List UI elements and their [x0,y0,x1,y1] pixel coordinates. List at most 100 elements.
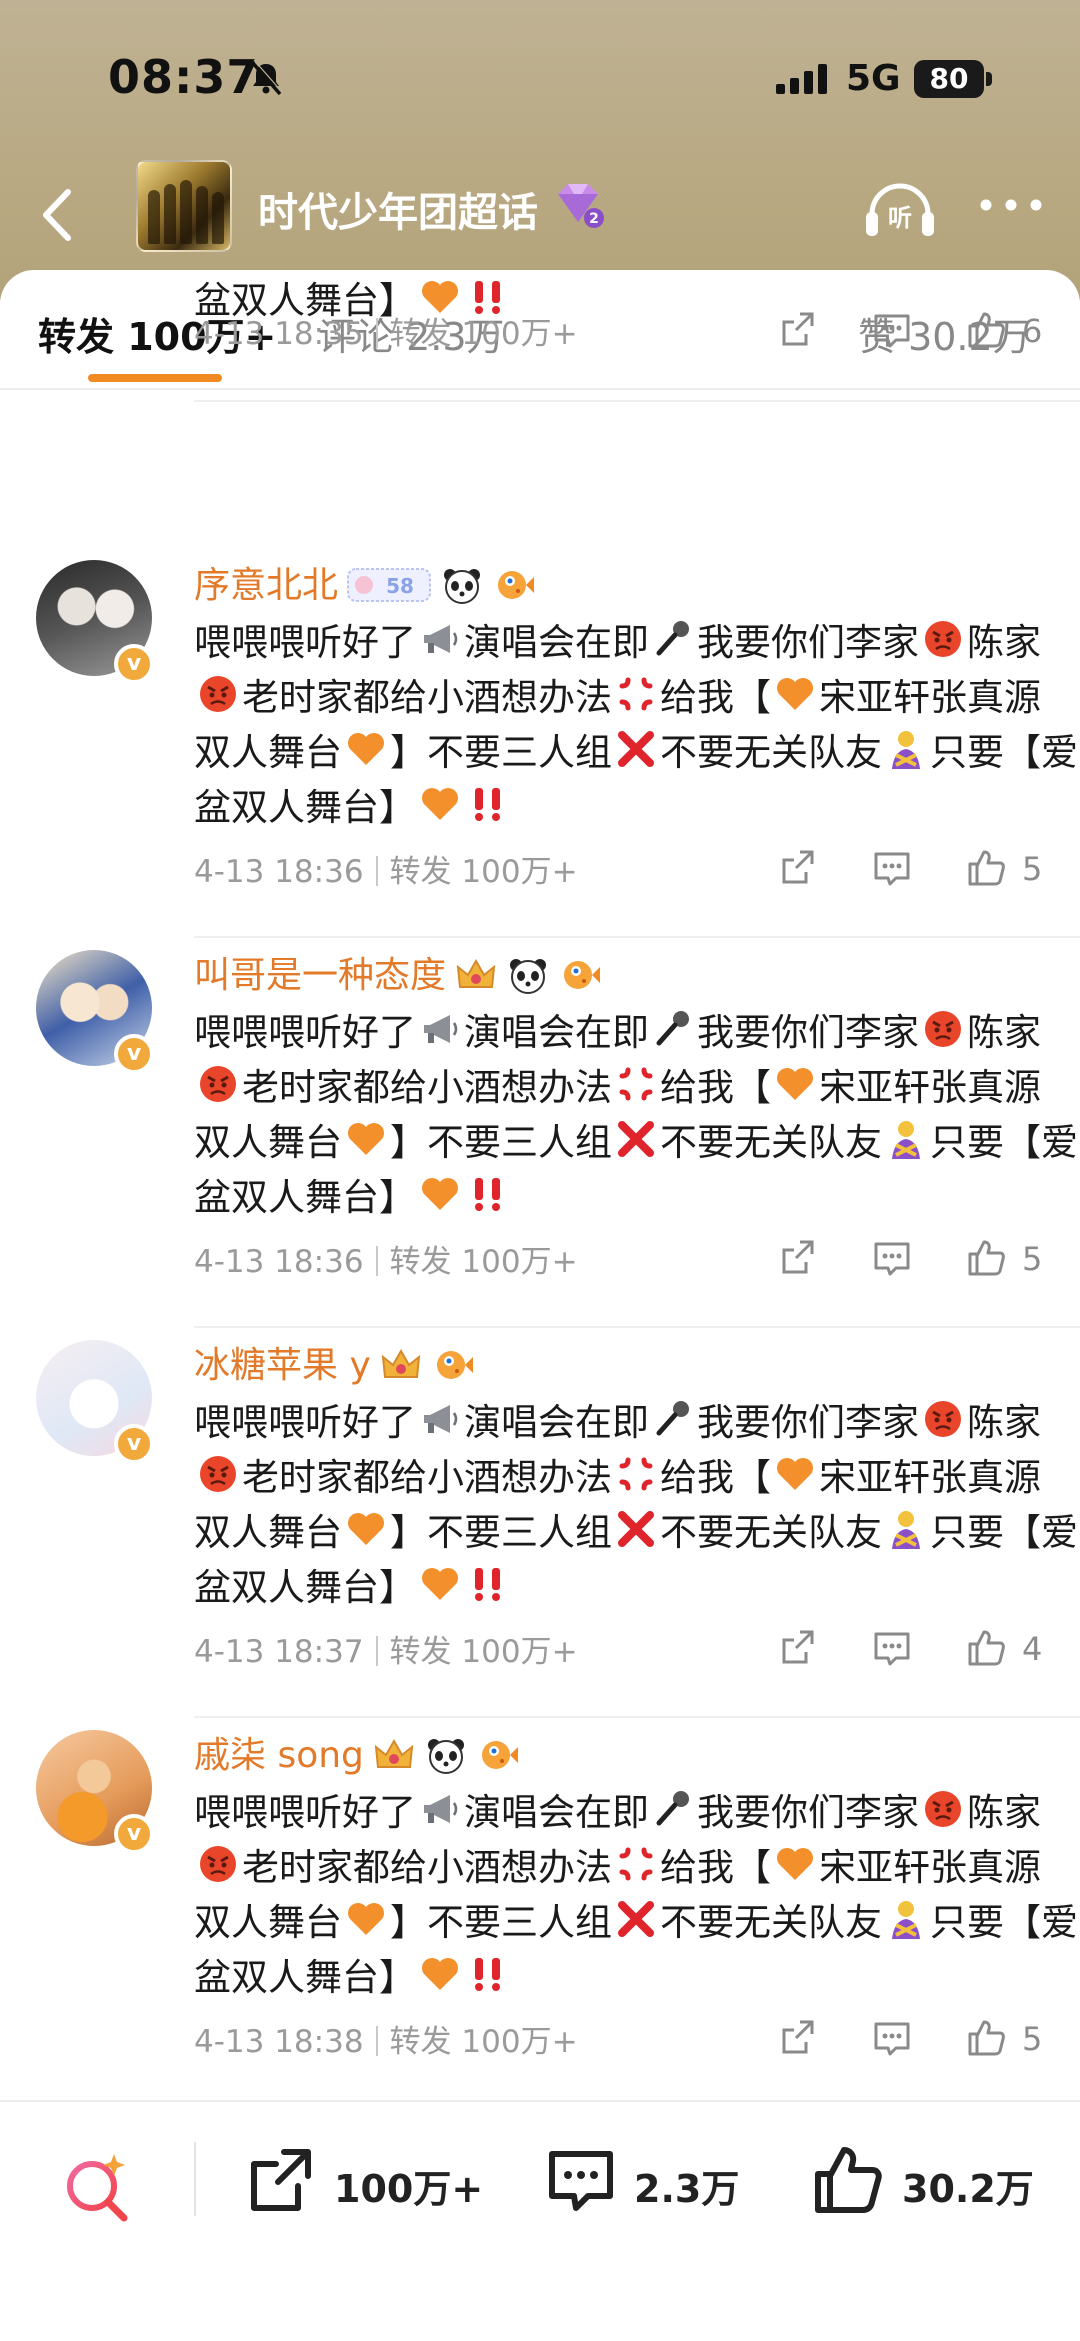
orange-heart-emoji [418,782,462,826]
status-bar: 08:37 5G 80 [0,0,1080,160]
microphone-emoji [651,617,695,661]
like-icon[interactable] [964,2016,1008,2060]
divider [194,1716,1080,1718]
svg-text:2: 2 [589,211,599,227]
orange-heart-emoji [418,1952,462,1996]
comment-icon[interactable] [870,308,914,352]
repost-count[interactable]: 100万+ [334,2158,483,2213]
comment-text-line: 喂喂喂听好了 演唱会在即 我要你们李家 陈家 [194,1002,1041,1056]
double-exclamation-emoji [466,1952,510,1996]
divider [194,936,1080,938]
battery-tip [986,72,992,86]
cross-mark-emoji [614,1507,658,1551]
username[interactable]: 序意北北 58 [194,556,536,608]
like-icon[interactable] [964,1626,1008,1670]
comment-text-line: 喂喂喂听好了 演唱会在即 我要你们李家 陈家 [194,612,1041,666]
more-options-icon[interactable] [976,190,1046,220]
no-gesture-emoji [884,1897,928,1941]
comment-count[interactable]: 2.3万 [634,2158,739,2213]
repost-sheet: 转发 100万+ 评论 2.3万 赞 30.2万 盆双人舞台】 4-13 18:… [0,270,1080,2341]
like-icon[interactable] [964,308,1008,352]
back-arrow-icon[interactable] [28,180,88,250]
username[interactable]: 叫哥是一种态度 [194,946,602,998]
megaphone-emoji [418,1787,462,1831]
comment-text-line: 双人舞台 】不要三人组 不要无关队友 只要【爱 [194,1502,1078,1556]
header: 08:37 5G 80 时代少年团超话 2 听 [0,0,1080,300]
verified-badge-icon: v [114,1814,154,1854]
pufferfish-badge-icon [481,1741,518,1769]
ai-search-icon[interactable] [58,2148,138,2228]
comment-meta: 4-13 18:36 转发 100万+ [194,854,578,890]
username[interactable]: 戚柒 song [194,1726,520,1778]
like-count[interactable]: 30.2万 [902,2158,1034,2213]
signal-icon [776,64,827,94]
share-icon[interactable] [776,1236,820,1280]
gem-level-icon: 2 [558,184,604,228]
like-icon[interactable] [964,1236,1008,1280]
comment-text-line: 喂喂喂听好了 演唱会在即 我要你们李家 陈家 [194,1782,1041,1836]
username[interactable]: 冰糖苹果 y [194,1336,475,1388]
divider [194,1326,1080,1328]
comment-text-line: 盆双人舞台】 [194,1947,512,2001]
comment-text-line: 老时家都给小酒想办法 给我【 宋亚轩张真源 [194,1447,1041,1501]
supertopic-avatar[interactable] [136,160,232,252]
like-count: 5 [1022,1240,1043,1278]
like-count: 5 [1022,850,1043,888]
divider [194,400,1080,402]
share-icon[interactable] [776,846,820,890]
like-count: 5 [1022,2020,1043,2058]
anger-symbol-emoji [614,1062,658,1106]
svg-text:听: 听 [888,204,912,232]
cross-mark-emoji [614,1117,658,1161]
comment-text-line: 喂喂喂听好了 演唱会在即 我要你们李家 陈家 [194,1392,1041,1446]
crown-badge-icon [374,1738,414,1768]
angry-face-emoji [921,617,965,661]
partial-comment-meta: 4-13 18:35 转发 100万+ [194,316,578,352]
network-type: 5G [846,58,901,99]
megaphone-emoji [418,1007,462,1051]
no-gesture-emoji [884,1117,928,1161]
cross-mark-emoji [614,727,658,771]
comment-text-line: 双人舞台 】不要三人组 不要无关队友 只要【爱 [194,1112,1078,1166]
pufferfish-badge-icon [564,961,601,989]
like-icon[interactable] [964,846,1008,890]
anger-symbol-emoji [614,1842,658,1886]
crown-badge-icon [456,958,496,988]
repost-icon[interactable] [244,2144,318,2218]
status-time: 08:37 [108,50,260,104]
crown-badge-icon [381,1348,420,1378]
comment-text-line: 老时家都给小酒想办法 给我【 宋亚轩张真源 [194,1837,1041,1891]
comment-text-line: 盆双人舞台】 [194,1557,512,1611]
angry-face-emoji [196,1842,240,1886]
nav-bar: 时代少年团超话 2 听 [0,160,1080,270]
level-badge-icon: 58 [347,568,432,602]
panda-badge-icon [444,569,481,604]
share-icon[interactable] [776,1626,820,1670]
orange-heart-emoji [344,1897,388,1941]
orange-heart-emoji [773,672,817,716]
comment-icon[interactable] [870,1236,914,1280]
angry-face-emoji [196,672,240,716]
no-gesture-emoji [884,727,928,771]
comment-icon[interactable] [870,846,914,890]
like-icon[interactable] [812,2144,886,2218]
bottom-divider [194,2142,196,2216]
listen-icon[interactable]: 听 [862,174,938,244]
bottom-action-bar: 100万+ 2.3万 30.2万 [0,2100,1080,2341]
angry-face-emoji [921,1007,965,1051]
orange-heart-emoji [418,1562,462,1606]
microphone-emoji [651,1007,695,1051]
battery-indicator: 80 [914,60,984,98]
comment-text-line: 盆双人舞台】 [194,1167,512,1221]
comment-icon[interactable] [870,2016,914,2060]
comment-icon[interactable] [544,2144,618,2218]
anger-symbol-emoji [614,1452,658,1496]
comment-icon[interactable] [870,1626,914,1670]
double-exclamation-emoji [466,1172,510,1216]
page-title[interactable]: 时代少年团超话 [258,180,538,238]
microphone-emoji [651,1787,695,1831]
megaphone-emoji [418,617,462,661]
verified-badge-icon: v [114,644,154,684]
share-icon[interactable] [776,2016,820,2060]
share-icon[interactable] [776,308,820,352]
